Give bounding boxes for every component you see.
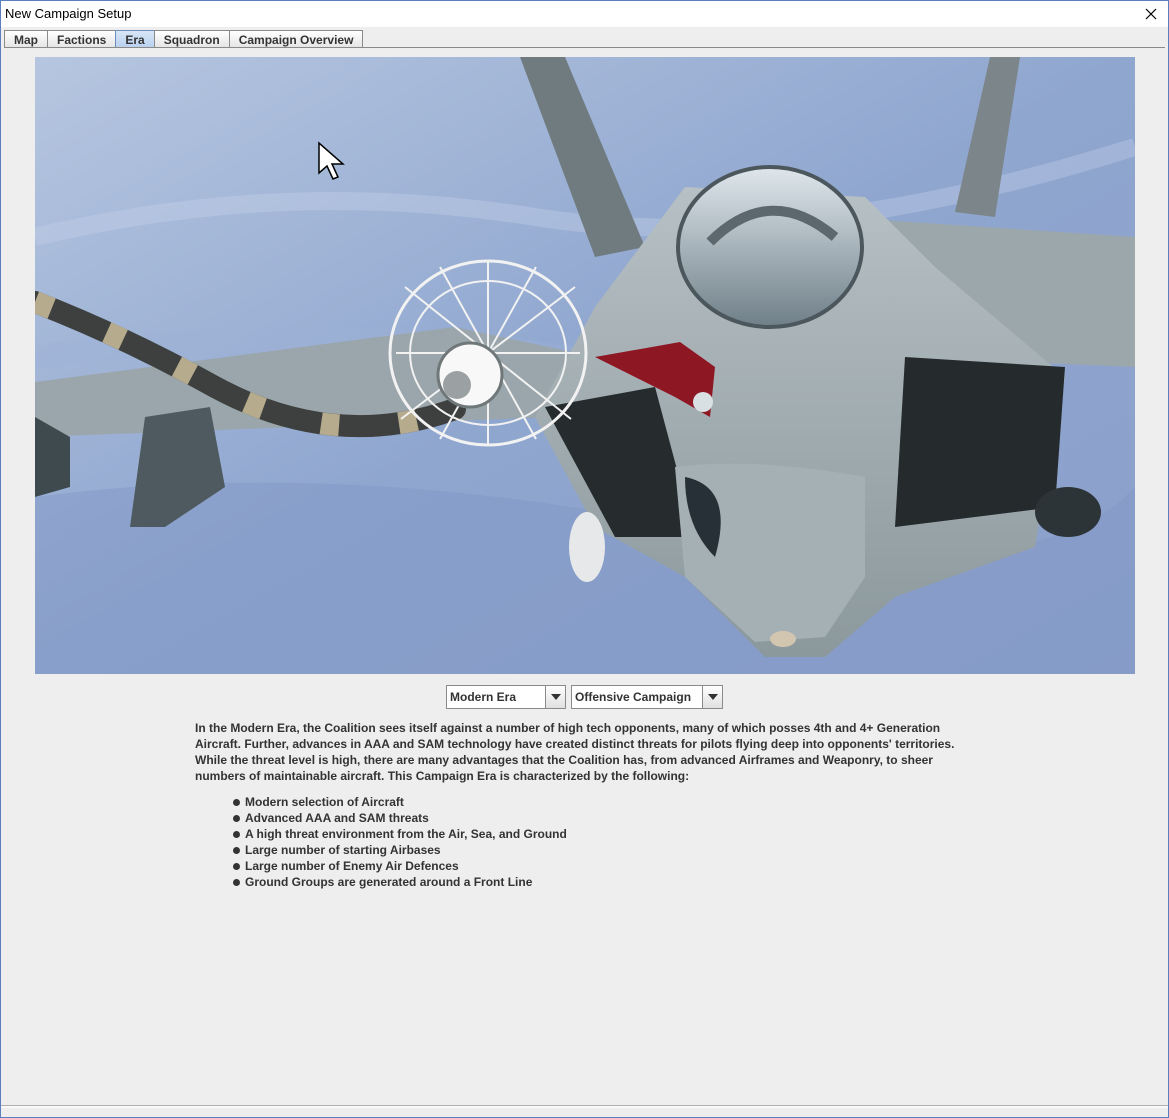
tab-factions[interactable]: Factions — [47, 30, 117, 48]
list-item: Large number of starting Airbases — [233, 842, 567, 858]
tab-squadron[interactable]: Squadron — [153, 30, 230, 48]
fighter-refueling-image — [35, 57, 1135, 674]
close-button[interactable] — [1134, 1, 1168, 27]
list-item: Advanced AAA and SAM threats — [233, 810, 567, 826]
campaign-setup-window: New Campaign Setup Map Factions Era Squa… — [0, 0, 1169, 1118]
feature-text: A high threat environment from the Air, … — [245, 827, 567, 841]
bullet-icon — [233, 862, 240, 870]
mouse-pointer-icon — [318, 141, 345, 180]
list-item: Ground Groups are generated around a Fro… — [233, 874, 567, 890]
era-panel: Modern Era Offensive Campaign In the Mod… — [1, 48, 1168, 1103]
tab-bar: Map Factions Era Squadron Campaign Overv… — [4, 28, 364, 48]
list-item: Large number of Enemy Air Defences — [233, 858, 567, 874]
feature-text: Advanced AAA and SAM threats — [245, 811, 429, 825]
bullet-icon — [233, 846, 240, 854]
era-description: In the Modern Era, the Coalition sees it… — [195, 721, 955, 783]
bullet-icon — [233, 878, 240, 886]
feature-text: Ground Groups are generated around a Fro… — [245, 875, 533, 889]
window-title: New Campaign Setup — [5, 6, 132, 21]
close-icon — [1145, 8, 1157, 20]
chevron-down-icon — [707, 694, 718, 700]
window-bottom-border — [1, 1105, 1168, 1108]
feature-text: Large number of Enemy Air Defences — [245, 859, 459, 873]
tab-campaign-overview[interactable]: Campaign Overview — [228, 30, 364, 48]
list-item: Modern selection of Aircraft — [233, 794, 567, 810]
tab-label: Era — [125, 32, 145, 47]
era-select-arrow[interactable] — [545, 686, 565, 708]
tab-label: Map — [14, 32, 38, 47]
tab-label: Campaign Overview — [238, 32, 354, 47]
era-image — [35, 57, 1135, 674]
list-item: A high threat environment from the Air, … — [233, 826, 567, 842]
bullet-icon — [233, 798, 240, 806]
campaign-type-select[interactable]: Offensive Campaign — [571, 685, 723, 709]
bullet-icon — [233, 814, 240, 822]
feature-text: Large number of starting Airbases — [245, 843, 441, 857]
era-select-value: Modern Era — [450, 690, 517, 704]
tab-era[interactable]: Era — [115, 30, 155, 48]
chevron-down-icon — [550, 694, 561, 700]
tab-label: Squadron — [163, 32, 220, 47]
bullet-icon — [233, 830, 240, 838]
tab-map[interactable]: Map — [4, 30, 48, 48]
title-bar: New Campaign Setup — [1, 1, 1168, 27]
era-select[interactable]: Modern Era — [446, 685, 566, 709]
tab-label: Factions — [57, 32, 107, 47]
feature-text: Modern selection of Aircraft — [245, 795, 404, 809]
campaign-type-select-value: Offensive Campaign — [575, 690, 692, 704]
campaign-type-select-arrow[interactable] — [702, 686, 722, 708]
era-features-list: Modern selection of Aircraft Advanced AA… — [233, 794, 567, 890]
